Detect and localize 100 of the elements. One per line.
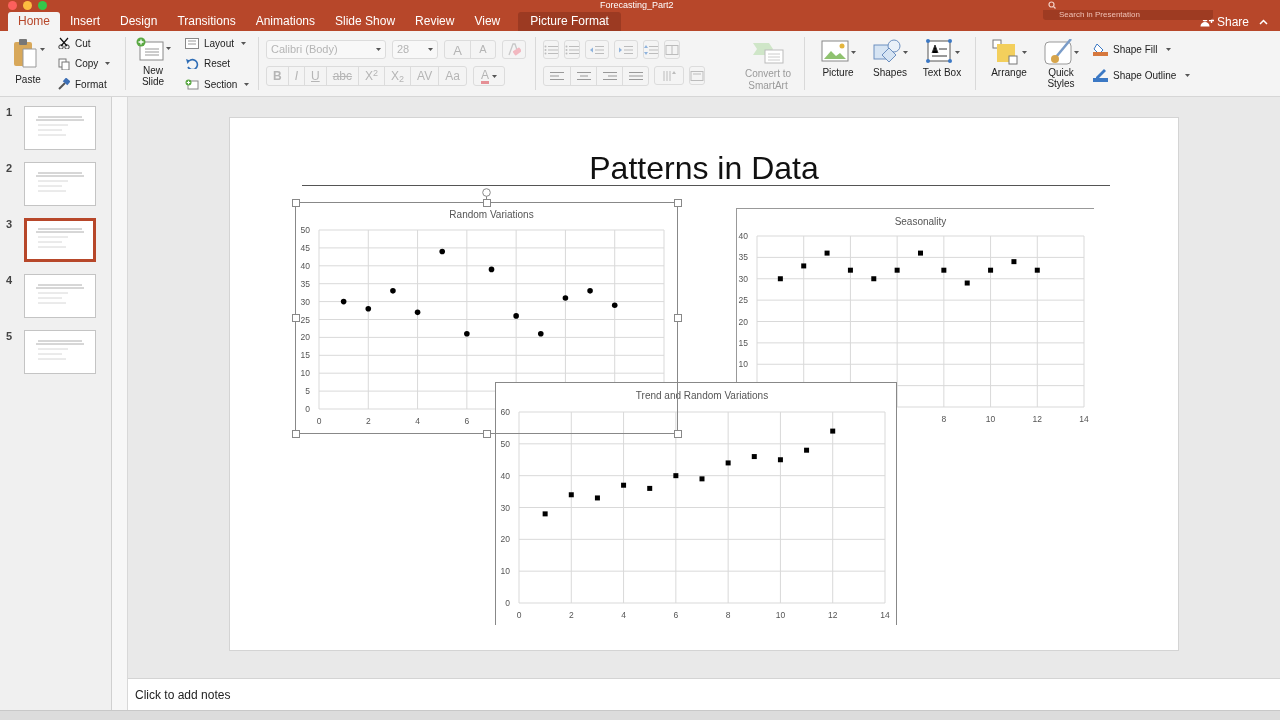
copy-icon <box>58 57 70 70</box>
ribbon-tab[interactable]: View <box>464 12 511 31</box>
data-point <box>340 298 347 305</box>
search-field[interactable]: Search in Presentation <box>1043 10 1213 20</box>
caret-icon <box>376 48 381 51</box>
line-spacing-button[interactable] <box>643 40 659 59</box>
caret-icon <box>850 51 856 54</box>
decrease-indent-button[interactable] <box>585 40 609 59</box>
axis-tick-label: 8 <box>725 610 731 620</box>
resize-handle[interactable] <box>482 429 491 438</box>
data-point <box>871 276 877 282</box>
chart-title: Random Variations <box>449 209 534 220</box>
insert-button[interactable]: Text Box <box>916 31 968 96</box>
data-point <box>1034 267 1040 273</box>
slide-thumbnail[interactable] <box>24 218 96 262</box>
ribbon-tab[interactable]: Review <box>405 12 465 31</box>
eraser-icon <box>507 43 521 56</box>
clipboard-button[interactable]: Format <box>58 76 118 92</box>
arrange-button[interactable]: Quick Styles <box>1035 31 1087 96</box>
slide-thumbnail[interactable] <box>24 162 96 206</box>
axis-tick-label: 50 <box>300 225 310 235</box>
collapse-ribbon-icon <box>1259 19 1268 25</box>
resize-handle[interactable] <box>673 314 682 322</box>
axis-tick-label: 4 <box>415 416 420 426</box>
slide-thumbnail[interactable] <box>24 330 96 374</box>
rotate-handle <box>481 188 491 202</box>
resize-handle[interactable] <box>291 198 300 207</box>
caret-icon <box>491 74 497 78</box>
ribbon-tab[interactable]: Animations <box>245 12 325 31</box>
data-point <box>751 454 757 460</box>
axis-tick-label: 30 <box>738 273 748 284</box>
scissors-icon <box>58 37 70 49</box>
resize-handle[interactable] <box>673 429 682 438</box>
axis-tick-label: 2 <box>568 610 574 620</box>
insert-button[interactable]: Picture <box>812 31 864 96</box>
bullets-button[interactable] <box>543 40 559 59</box>
decrease-indent-icon <box>590 44 604 55</box>
ribbon-tab[interactable]: Slide Show <box>325 12 406 31</box>
clear-formatting-button[interactable] <box>502 40 526 59</box>
ribbon-tab[interactable]: Transitions <box>167 12 246 31</box>
ribbon-tab[interactable]: Home <box>8 12 60 31</box>
axis-tick-label: 40 <box>300 260 310 271</box>
axis-tick-label: 15 <box>300 350 310 361</box>
align-right-icon <box>602 71 617 81</box>
columns-button[interactable] <box>664 40 680 59</box>
axis-tick-label: 14 <box>880 610 890 620</box>
data-point <box>390 288 396 294</box>
insert-button[interactable]: Shapes <box>864 31 916 96</box>
shape-format-button[interactable]: Shape Outline <box>1093 66 1191 84</box>
axis-tick-label: 20 <box>300 332 310 343</box>
caret-icon <box>1073 51 1079 54</box>
slides-button[interactable]: Section <box>185 76 251 92</box>
axis-tick-label: 25 <box>300 314 310 325</box>
chart-title: Seasonality <box>894 216 947 227</box>
data-point <box>568 492 574 498</box>
data-point <box>918 250 923 256</box>
data-point <box>894 267 900 273</box>
ribbon-tab[interactable]: Picture Format <box>518 12 621 31</box>
data-point <box>673 473 679 479</box>
axis-tick-label: 35 <box>738 252 748 263</box>
slide-thumbnail[interactable] <box>24 106 96 150</box>
data-point <box>941 267 947 273</box>
resize-handle[interactable] <box>291 429 300 438</box>
align-text-button[interactable] <box>689 66 705 85</box>
axis-tick-label: 40 <box>738 231 748 241</box>
data-point <box>513 313 519 319</box>
resize-handle[interactable] <box>291 314 300 322</box>
axis-tick-label: 10 <box>300 368 310 379</box>
clipboard-button[interactable]: Copy <box>58 55 118 72</box>
increase-indent-button[interactable] <box>614 40 638 59</box>
resize-handle[interactable] <box>482 198 491 207</box>
arrange-button[interactable]: Arrange <box>983 31 1035 96</box>
axis-tick-label: 8 <box>941 414 947 424</box>
axis-tick-label: 60 <box>500 407 510 417</box>
axis-tick-label: 12 <box>1032 414 1042 424</box>
ribbon-tab[interactable]: Insert <box>60 12 111 31</box>
clipboard-button[interactable]: Cut <box>58 35 118 51</box>
axis-tick-label: 14 <box>1079 414 1089 424</box>
axis-tick-label: 25 <box>738 295 748 306</box>
slide-thumbnail[interactable] <box>24 274 96 318</box>
paste-button[interactable]: Paste <box>8 31 48 96</box>
text-direction-button[interactable] <box>654 66 684 85</box>
line-spacing-icon <box>644 44 658 55</box>
reset-arrow-icon <box>185 58 199 69</box>
notes-field[interactable]: Click to add notes <box>135 685 231 704</box>
shape-format-button[interactable]: Shape Fill <box>1093 40 1191 58</box>
slides-button[interactable]: Reset <box>185 55 251 72</box>
slides-button[interactable]: Layout <box>185 35 251 51</box>
data-point <box>725 460 731 466</box>
caret-icon <box>902 51 908 54</box>
data-point <box>647 485 653 491</box>
numbering-button[interactable] <box>564 40 580 59</box>
resize-handle[interactable] <box>673 198 682 207</box>
search-icon <box>1048 1 1056 9</box>
quick-styles-icon <box>1043 39 1072 65</box>
ribbon-tab[interactable]: Design <box>110 12 168 31</box>
new-slide-button[interactable]: New Slide <box>133 31 173 96</box>
caret-icon <box>954 51 960 54</box>
align-text-icon <box>690 70 704 81</box>
slide-number: 5 <box>6 329 14 344</box>
